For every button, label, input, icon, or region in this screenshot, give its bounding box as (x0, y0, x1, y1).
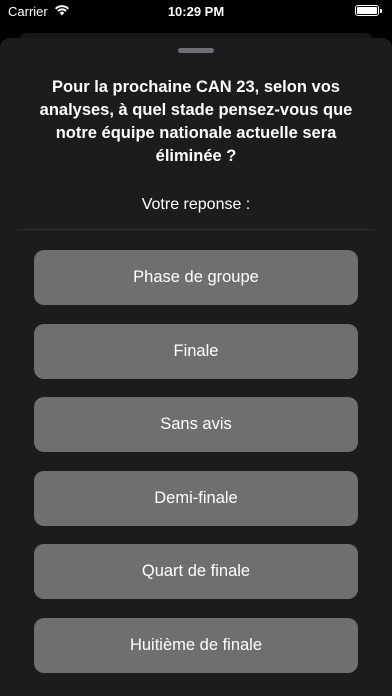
question-text: Pour la prochaine CAN 23, selon vos anal… (39, 78, 353, 165)
battery-level-fill (357, 7, 377, 14)
battery-full-icon (355, 5, 379, 16)
divider (18, 229, 374, 230)
option-button-phase-de-groupe[interactable]: Phase de groupe (34, 250, 358, 305)
question-sheet: Pour la prochaine CAN 23, selon vos anal… (0, 38, 392, 696)
status-bar: Carrier 10:29 PM (0, 0, 392, 24)
status-time: 10:29 PM (167, 4, 225, 19)
answer-options-list: Phase de groupe Finale Sans avis Demi-fi… (34, 250, 358, 692)
option-button-demi-finale[interactable]: Demi-finale (34, 470, 358, 526)
answer-label: Votre reponse : (141, 196, 251, 213)
option-button-quart-de-finale[interactable]: Quart de finale (34, 544, 358, 600)
battery-tip (380, 8, 382, 13)
option-button-huitieme-de-finale[interactable]: Huitième de finale (34, 617, 358, 673)
option-button-sans-avis[interactable]: Sans avis (34, 397, 358, 453)
option-button-finale[interactable]: Finale (34, 323, 358, 379)
screen: Carrier 10:29 PM Pour la prochaine CAN 2… (0, 0, 392, 696)
sheet-grabber-handle[interactable] (178, 48, 214, 53)
status-right (355, 5, 382, 16)
